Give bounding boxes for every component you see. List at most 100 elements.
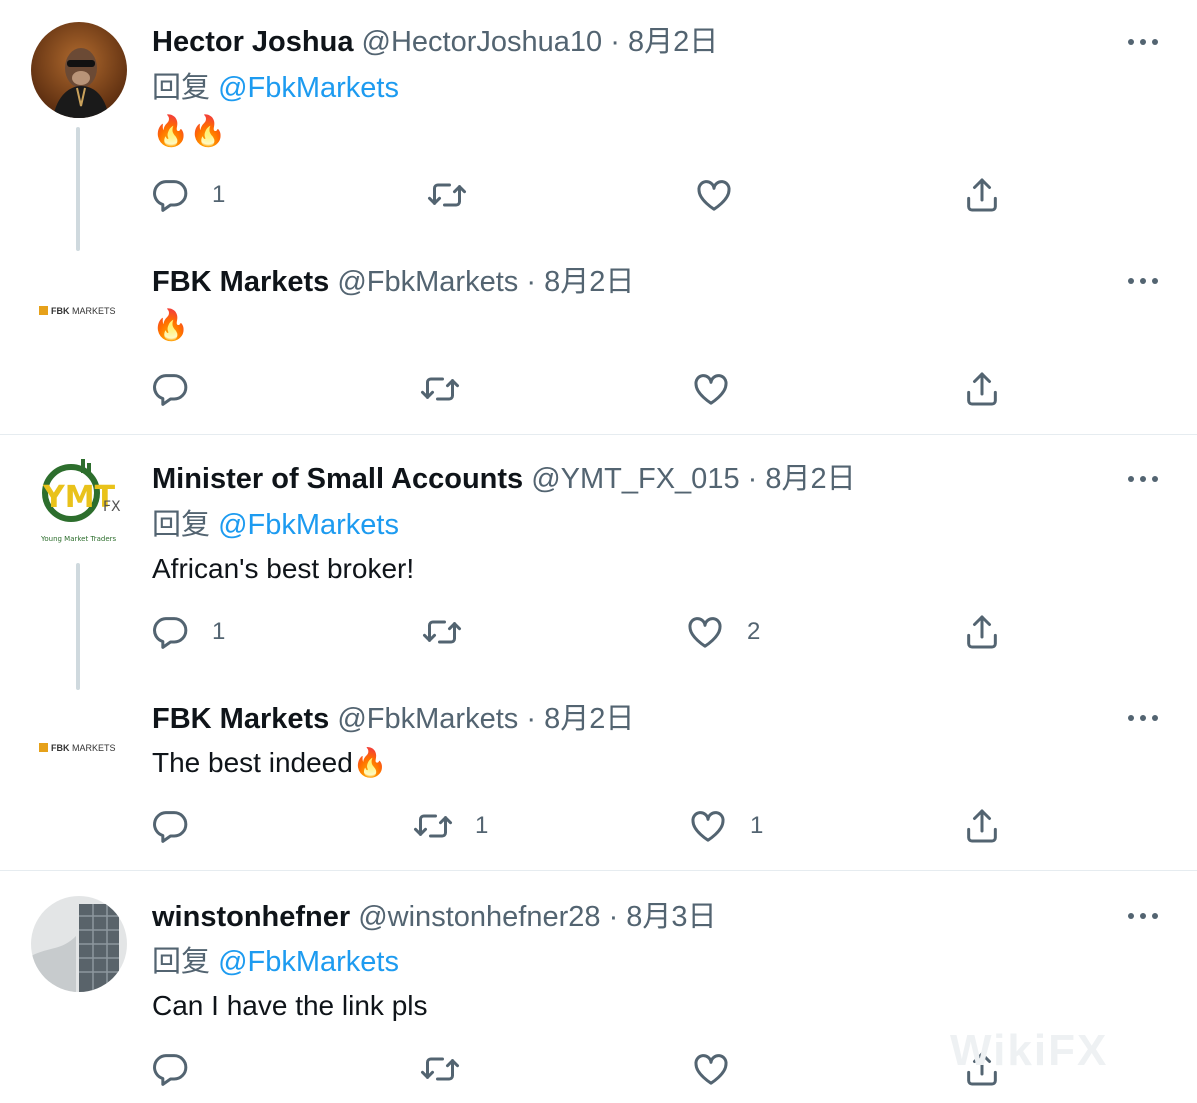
tweet-text: 🔥 <box>152 309 190 342</box>
share-icon <box>962 612 1002 652</box>
retweet-count: 1 <box>475 812 489 839</box>
retweet-button[interactable] <box>427 175 487 215</box>
user-handle[interactable]: @YMT_FX_015 <box>531 463 739 495</box>
more-icon-dot <box>1140 476 1146 482</box>
more-options-button[interactable] <box>1128 474 1160 484</box>
reply-count: 1 <box>212 618 226 645</box>
display-name[interactable]: FBK Markets <box>152 266 329 298</box>
ape-avatar-image <box>31 22 127 118</box>
share-icon <box>962 369 1002 409</box>
ymt-logo-image: YMT FX Young Market Traders <box>40 459 121 543</box>
display-name[interactable]: FBK Markets <box>152 703 329 735</box>
tweet-fbk-markets-reply-1[interactable]: FBK MARKETS FBK Markets @FbkMarkets · 8月… <box>0 250 1197 434</box>
display-name[interactable]: Minister of Small Accounts <box>152 463 523 495</box>
tweet-header: Minister of Small Accounts @YMT_FX_015 ·… <box>152 461 856 497</box>
more-icon-dot <box>1152 476 1158 482</box>
reply-context: 回复 @FbkMarkets <box>152 944 399 980</box>
like-button[interactable]: 2 <box>685 612 775 652</box>
like-icon <box>685 612 725 652</box>
more-options-button[interactable] <box>1128 37 1160 47</box>
reply-prefix: 回复 <box>152 509 211 541</box>
user-handle[interactable]: @winstonhefner28 <box>358 901 600 933</box>
separator-dot: · <box>526 703 536 735</box>
mention-link[interactable]: @FbkMarkets <box>218 509 399 541</box>
user-handle[interactable]: @FbkMarkets <box>337 703 518 735</box>
tweet-date[interactable]: 8月2日 <box>765 463 855 495</box>
more-options-button[interactable] <box>1128 713 1160 723</box>
user-handle[interactable]: @FbkMarkets <box>337 266 518 298</box>
tweet-date[interactable]: 8月3日 <box>626 901 716 933</box>
display-name[interactable]: winstonhefner <box>152 901 350 933</box>
tweet-date[interactable]: 8月2日 <box>544 266 634 298</box>
reply-count: 1 <box>212 181 226 208</box>
reply-icon <box>150 175 190 215</box>
separator-dot: · <box>747 463 758 495</box>
like-icon <box>691 369 731 409</box>
tweet-minister-of-small-accounts[interactable]: YMT FX Young Market Traders Minister of … <box>0 435 1197 690</box>
reply-icon <box>150 612 190 652</box>
tweet-hector-joshua[interactable]: Hector Joshua @HectorJoshua10 · 8月2日 回复 … <box>0 0 1197 251</box>
more-options-button[interactable] <box>1128 276 1160 286</box>
share-button[interactable] <box>962 175 1002 215</box>
like-button[interactable] <box>694 175 754 215</box>
more-icon-dot <box>1152 39 1158 45</box>
more-icon-dot <box>1152 913 1158 919</box>
avatar[interactable] <box>31 896 127 992</box>
user-handle[interactable]: @HectorJoshua10 <box>362 26 603 58</box>
avatar[interactable]: YMT FX Young Market Traders <box>31 457 127 553</box>
retweet-icon <box>420 1049 460 1089</box>
avatar[interactable] <box>31 22 127 118</box>
fbk-logo-rest: MARKETS <box>72 743 116 753</box>
tweet-date[interactable]: 8月2日 <box>544 703 634 735</box>
fbk-logo-rest: MARKETS <box>72 306 116 316</box>
retweet-button[interactable] <box>420 1049 480 1089</box>
more-icon-dot <box>1140 913 1146 919</box>
tweet-header: FBK Markets @FbkMarkets · 8月2日 <box>152 264 634 300</box>
like-button[interactable]: 1 <box>688 806 778 846</box>
fbk-markets-avatar-logo[interactable]: FBK MARKETS <box>39 741 125 755</box>
mention-link[interactable]: @FbkMarkets <box>218 946 399 978</box>
retweet-button[interactable]: 1 <box>413 806 503 846</box>
fbk-logo-bold: FBK <box>51 306 70 316</box>
share-button[interactable] <box>962 369 1002 409</box>
tweet-text: Can I have the link pls <box>152 990 428 1021</box>
ymt-logo-fx: FX <box>103 499 121 515</box>
reply-button[interactable] <box>150 806 210 846</box>
fbk-markets-avatar-logo[interactable]: FBK MARKETS <box>39 304 125 318</box>
separator-dot: · <box>610 26 620 58</box>
like-count: 2 <box>747 618 761 645</box>
share-button[interactable] <box>962 806 1002 846</box>
reply-prefix: 回复 <box>152 72 211 104</box>
more-icon <box>1128 913 1134 919</box>
retweet-button[interactable] <box>420 369 480 409</box>
display-name[interactable]: Hector Joshua <box>152 26 353 58</box>
reply-button[interactable] <box>150 369 210 409</box>
reply-button[interactable]: 1 <box>150 612 240 652</box>
retweet-icon <box>420 369 460 409</box>
share-button[interactable] <box>962 612 1002 652</box>
more-icon <box>1128 715 1134 721</box>
more-options-button[interactable] <box>1128 911 1160 921</box>
more-icon-dot <box>1140 39 1146 45</box>
fbk-logo-mark-icon <box>39 743 48 752</box>
more-icon-dot <box>1152 278 1158 284</box>
more-icon-dot <box>1140 715 1146 721</box>
reply-icon <box>150 806 190 846</box>
more-icon <box>1128 278 1134 284</box>
ymt-logo-tagline: Young Market Traders <box>40 535 117 543</box>
like-icon <box>691 1049 731 1089</box>
tweet-header: Hector Joshua @HectorJoshua10 · 8月2日 <box>152 24 718 60</box>
like-button[interactable] <box>691 1049 751 1089</box>
tweet-text: African's best broker! <box>152 553 415 584</box>
like-button[interactable] <box>691 369 751 409</box>
reply-button[interactable]: 1 <box>150 175 240 215</box>
tweet-fbk-markets-reply-2[interactable]: FBK MARKETS FBK Markets @FbkMarkets · 8月… <box>0 688 1197 870</box>
retweet-button[interactable] <box>422 612 482 652</box>
mention-link[interactable]: @FbkMarkets <box>218 72 399 104</box>
reply-icon <box>150 369 190 409</box>
thread-connector-line <box>76 563 80 690</box>
fbk-logo-bold: FBK <box>51 743 70 753</box>
tweet-date[interactable]: 8月2日 <box>628 26 718 58</box>
share-icon <box>962 175 1002 215</box>
reply-button[interactable] <box>150 1049 210 1089</box>
